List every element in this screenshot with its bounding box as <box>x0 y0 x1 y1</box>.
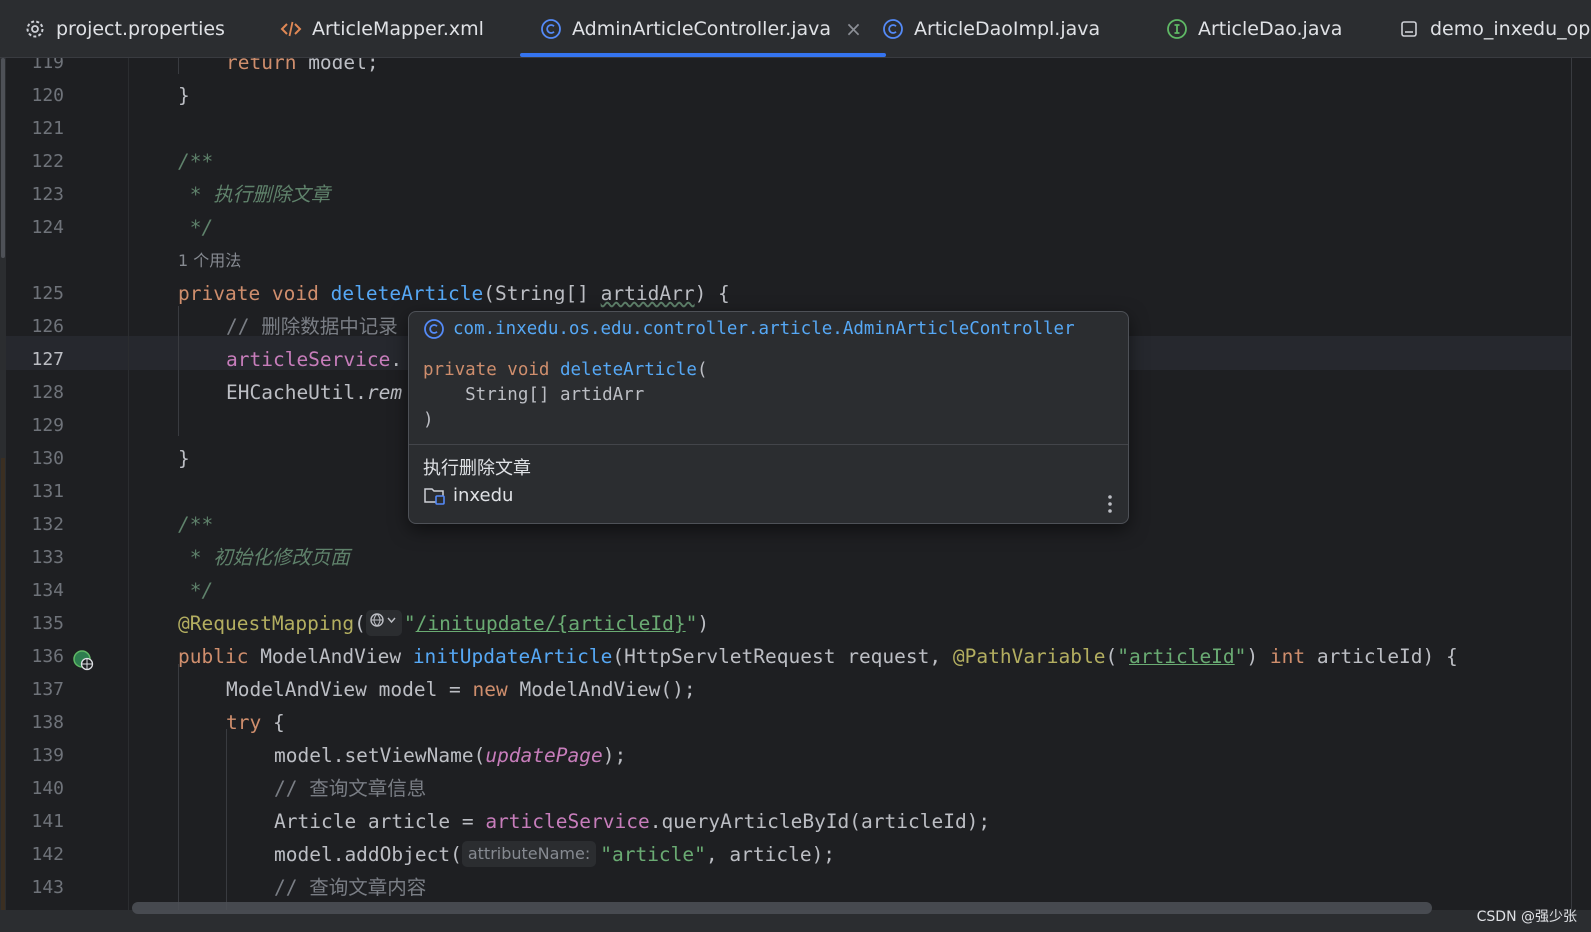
code-line: /** <box>178 150 214 173</box>
tab-label: project.properties <box>56 18 225 40</box>
tab-admin-article-controller[interactable]: AdminArticleController.java × <box>520 0 886 57</box>
quick-documentation-popup[interactable]: com.inxedu.os.edu.controller.article.Adm… <box>408 311 1129 524</box>
code-line: */ <box>178 579 214 602</box>
popup-class-link[interactable]: com.inxedu.os.edu.controller.article.Adm… <box>423 318 1075 340</box>
gutter-separator <box>128 58 129 910</box>
popup-fqcn: com.inxedu.os.edu.controller.article.Adm… <box>453 319 1075 339</box>
gear-icon <box>24 18 46 40</box>
code-line: * 执行删除文章 <box>178 183 331 206</box>
line-number: 122 <box>31 151 64 172</box>
line-number: 136 <box>31 646 64 667</box>
globe-dropdown-icon[interactable] <box>365 610 402 636</box>
indent-guide <box>178 58 179 74</box>
line-number: 142 <box>31 844 64 865</box>
line-number: 120 <box>31 85 64 106</box>
line-number-current: 127 <box>31 349 64 370</box>
code-line: public ModelAndView initUpdateArticle(Ht… <box>178 645 1458 668</box>
line-number: 130 <box>31 448 64 469</box>
tab-label: ArticleDaoImpl.java <box>914 18 1101 40</box>
tab-label: demo_inxedu_ope <box>1430 18 1591 40</box>
line-number: 137 <box>31 679 64 700</box>
vcs-marker <box>1 58 5 258</box>
popup-module: inxedu <box>423 484 513 506</box>
tab-label: ArticleDao.java <box>1198 18 1343 40</box>
more-options-icon[interactable] <box>1102 492 1118 516</box>
popup-description: 执行删除文章 <box>423 458 531 479</box>
line-number: 123 <box>31 184 64 205</box>
file-icon <box>1398 18 1420 40</box>
right-margin-guide <box>1571 58 1572 910</box>
code-line: // 查询文章信息 <box>274 777 427 800</box>
tab-label: ArticleMapper.xml <box>312 18 484 40</box>
code-line-current: articleService. <box>226 348 403 371</box>
line-number: 121 <box>31 118 64 139</box>
line-number: 140 <box>31 778 64 799</box>
url-link[interactable]: /initupdate/{articleId} <box>416 612 686 635</box>
tab-label: AdminArticleController.java <box>572 18 832 40</box>
code-line: Article article = articleService.queryAr… <box>274 810 991 833</box>
line-number: 138 <box>31 712 64 733</box>
code-line: private void deleteArticle(String[] arti… <box>178 282 730 305</box>
popup-divider <box>409 444 1128 445</box>
class-icon <box>423 318 445 340</box>
indent-guide <box>178 306 179 436</box>
watermark: CSDN @强少张 <box>1476 909 1577 925</box>
code-line: EHCacheUtil.rem <box>226 381 403 404</box>
code-line: } <box>178 84 190 107</box>
code-line: * 初始化修改页面 <box>178 546 350 569</box>
code-line: /** <box>178 513 214 536</box>
code-line: return model; <box>226 58 379 74</box>
line-number: 128 <box>31 382 64 403</box>
code-line: model.addObject(attributeName: "article",… <box>274 841 836 867</box>
code-line: // 查询文章内容 <box>274 876 427 899</box>
line-number: 129 <box>31 415 64 436</box>
change-marker <box>1 458 5 910</box>
tab-article-dao[interactable]: ArticleDao.java <box>1166 0 1343 57</box>
web-endpoint-icon[interactable] <box>72 649 94 671</box>
line-number: 125 <box>31 283 64 304</box>
code-line: ModelAndView model = new ModelAndView(); <box>226 678 696 701</box>
indent-guide <box>226 729 227 910</box>
class-icon <box>540 18 562 40</box>
editor-tab-bar: project.properties ArticleMapper.xml Adm… <box>0 0 1591 58</box>
line-number: 131 <box>31 481 64 502</box>
class-icon <box>882 18 904 40</box>
code-line: model.setViewName(updatePage); <box>274 744 627 767</box>
module-folder-icon <box>423 484 447 506</box>
line-number: 134 <box>31 580 64 601</box>
code-line: } <box>178 447 190 470</box>
line-number: 139 <box>31 745 64 766</box>
parameter-hint: attributeName: <box>461 841 597 867</box>
line-number: 135 <box>31 613 64 634</box>
line-number: 132 <box>31 514 64 535</box>
line-number: 143 <box>31 877 64 898</box>
line-number: 126 <box>31 316 64 337</box>
interface-icon <box>1166 18 1188 40</box>
code-line: @RequestMapping("/initupdate/{articleId}… <box>178 610 710 636</box>
tab-demo-inxedu[interactable]: demo_inxedu_ope <box>1398 0 1591 57</box>
tab-article-dao-impl[interactable]: ArticleDaoImpl.java <box>882 0 1101 57</box>
code-line: */ <box>178 216 214 239</box>
line-number: 133 <box>31 547 64 568</box>
line-number: 141 <box>31 811 64 832</box>
popup-module-name: inxedu <box>453 484 514 506</box>
horizontal-scrollbar[interactable] <box>132 902 1432 914</box>
line-number: 119 <box>31 58 64 73</box>
popup-signature: private void deleteArticle( String[] art… <box>423 360 708 430</box>
close-tab-icon[interactable]: × <box>845 17 862 41</box>
xml-icon <box>280 18 302 40</box>
indent-guide <box>178 664 179 910</box>
code-line: try { <box>226 711 285 734</box>
tab-article-mapper-xml[interactable]: ArticleMapper.xml <box>280 0 484 57</box>
code-line: // 删除数据中记录 <box>226 315 398 338</box>
tab-project-properties[interactable]: project.properties <box>24 0 225 57</box>
usage-hint[interactable]: 1 个用法 <box>178 244 241 277</box>
line-number: 124 <box>31 217 64 238</box>
